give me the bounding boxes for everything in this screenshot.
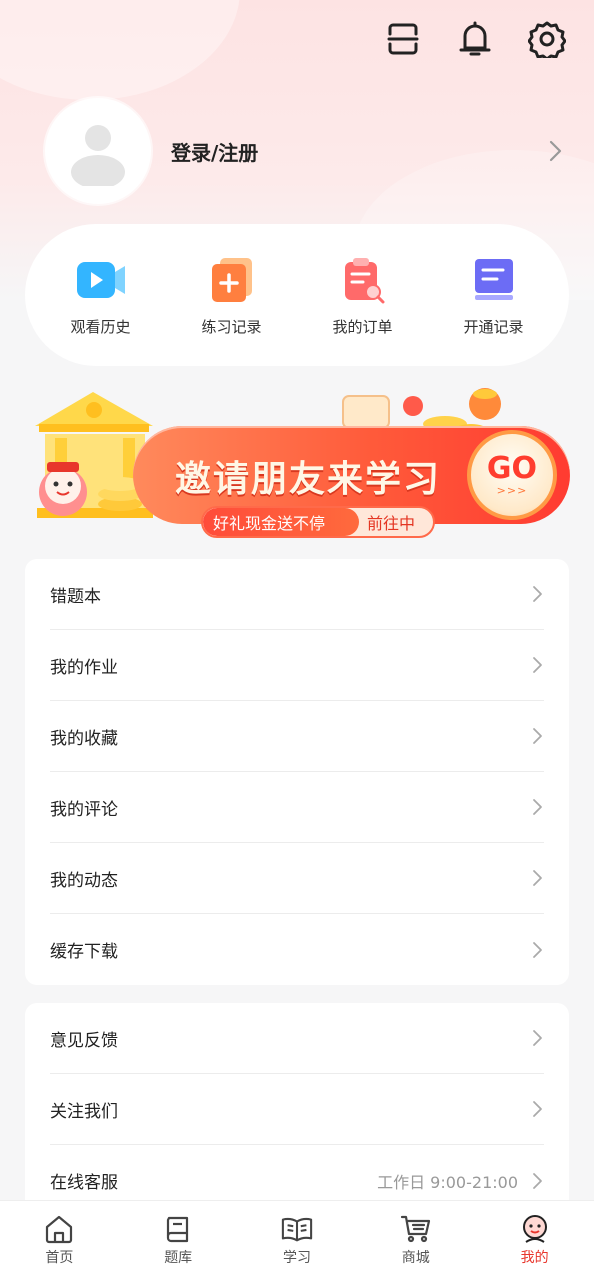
order-icon [335,254,391,306]
home-icon [43,1213,75,1245]
service-hours: 工作日 9:00-21:00 [377,1172,518,1192]
menu-item-downloads[interactable]: 缓存下载 [50,914,544,985]
tab-label: 商城 [401,1250,430,1266]
banner-pill: 好礼现金送不停 前往中 [201,506,435,538]
menu-card-1: 错题本 我的作业 我的收藏 我的评论 我的动态 缓存下载 [25,559,569,985]
menu-item-homework[interactable]: 我的作业 [50,630,544,701]
menu-item-comments[interactable]: 我的评论 [50,772,544,843]
chevron-right-icon [530,868,544,888]
chevron-right-icon [530,1028,544,1048]
practice-icon [204,254,260,306]
invite-banner[interactable]: 邀请朋友来学习 好礼现金送不停 前往中 GO >>> [25,388,570,540]
avatar[interactable] [45,98,151,204]
quick-subscription-record[interactable]: 开通记录 [439,254,549,337]
quick-label: 练习记录 [201,317,262,336]
menu-item-favorites[interactable]: 我的收藏 [50,701,544,772]
bell-icon[interactable] [456,18,494,60]
quick-label: 开通记录 [463,317,524,336]
chevron-right-icon [530,940,544,960]
menu-label: 关注我们 [50,1101,118,1122]
quick-label: 我的订单 [332,317,393,336]
record-icon [466,254,522,306]
menu-label: 错题本 [50,586,101,607]
menu-item-follow-us[interactable]: 关注我们 [50,1074,544,1145]
menu-item-wrong-questions[interactable]: 错题本 [50,559,544,630]
chevron-right-icon [530,1099,544,1119]
tab-label: 我的 [520,1250,549,1266]
banner-action: 前往中 [367,514,416,533]
login-register-link[interactable]: 登录/注册 [171,137,545,166]
menu-label: 我的动态 [50,870,118,891]
menu-label: 我的作业 [50,657,118,678]
decor-blob [0,0,240,100]
video-icon [73,254,129,306]
chevron-right-icon [530,1171,544,1191]
book-icon [162,1213,194,1245]
chevron-right-icon [530,584,544,604]
profile-icon [519,1213,551,1245]
banner-title: 邀请朋友来学习 [175,459,442,500]
go-label: GO [486,450,538,486]
chevron-right-icon [530,726,544,746]
menu-label: 在线客服 [50,1173,118,1193]
menu-label: 意见反馈 [50,1030,118,1051]
menu-label: 我的收藏 [50,728,118,749]
tab-question-bank[interactable]: 题库 [123,1201,233,1280]
tab-shop[interactable]: 商城 [361,1201,471,1280]
tab-mine[interactable]: 我的 [480,1201,590,1280]
menu-card-2: 意见反馈 关注我们 在线客服 工作日 9:00-21:00 [25,1003,569,1216]
tab-label: 首页 [45,1250,74,1266]
open-book-icon [281,1213,313,1245]
tab-label: 学习 [282,1250,311,1266]
tab-home[interactable]: 首页 [4,1201,114,1280]
bottom-tab-bar: 首页 题库 学习 商城 我的 [0,1200,594,1280]
quick-watch-history[interactable]: 观看历史 [46,254,156,337]
quick-actions-card: 观看历史 练习记录 我的订单 开通记录 [25,224,569,366]
top-toolbar [384,18,566,60]
chevron-right-icon [530,797,544,817]
scan-icon[interactable] [384,18,422,60]
go-button[interactable]: GO >>> [467,430,557,520]
quick-label: 观看历史 [70,317,131,336]
tab-study[interactable]: 学习 [242,1201,352,1280]
cart-icon [400,1213,432,1245]
banner-subtitle: 好礼现金送不停 [203,508,359,536]
menu-label: 缓存下载 [50,942,118,962]
chevron-right-icon [545,139,565,163]
menu-item-activity[interactable]: 我的动态 [50,843,544,914]
menu-item-feedback[interactable]: 意见反馈 [50,1003,544,1074]
go-arrows: >>> [496,483,528,497]
tab-label: 题库 [164,1250,193,1266]
profile-section[interactable]: 登录/注册 [45,97,565,205]
gear-icon[interactable] [528,18,566,60]
quick-practice-record[interactable]: 练习记录 [177,254,287,337]
menu-label: 我的评论 [50,799,118,820]
quick-my-orders[interactable]: 我的订单 [308,254,418,337]
chevron-right-icon [530,655,544,675]
